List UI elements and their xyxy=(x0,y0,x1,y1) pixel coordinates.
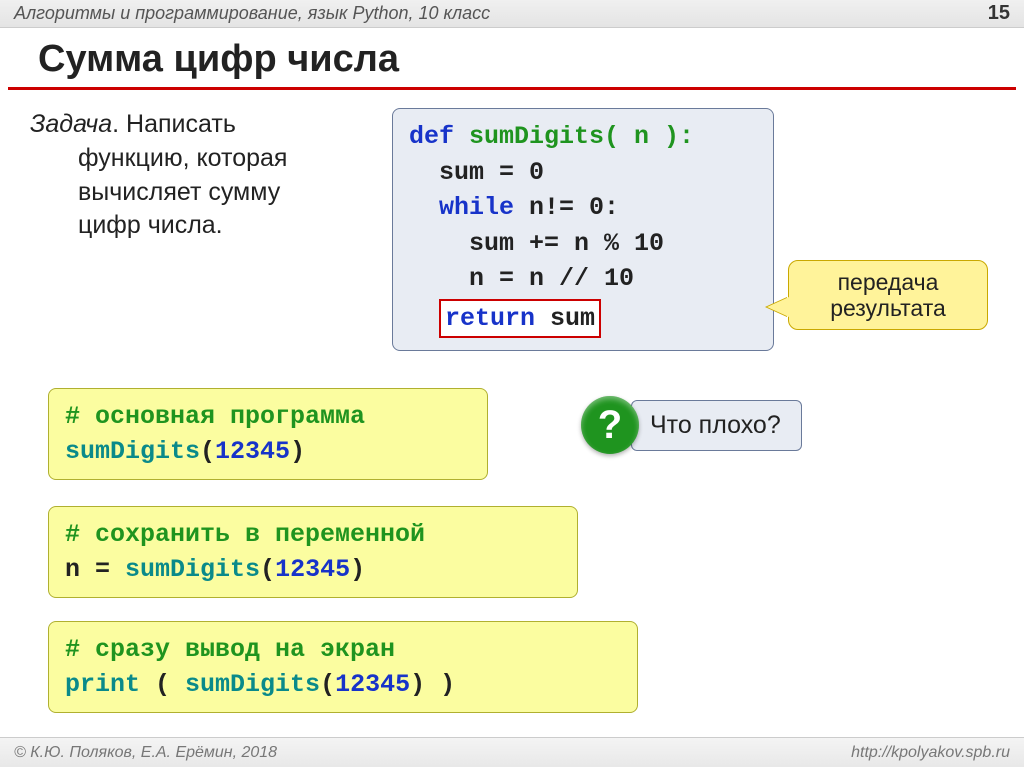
slide-footer: © К.Ю. Поляков, Е.А. Ерёмин, 2018 http:/… xyxy=(0,737,1024,767)
code-example-1: # основная программа sumDigits(12345) xyxy=(48,388,488,480)
task-text: Задача. Написать функцию, которая вычисл… xyxy=(30,108,370,243)
page-number: 15 xyxy=(988,2,1010,25)
slide-header: Алгоритмы и программирование, язык Pytho… xyxy=(0,0,1024,28)
task-label: Задача xyxy=(30,110,112,138)
code-example-3: # сразу вывод на экран print ( sumDigits… xyxy=(48,621,638,713)
footer-copyright: © К.Ю. Поляков, Е.А. Ерёмин, 2018 xyxy=(14,744,277,762)
footer-url: http://kpolyakov.spb.ru xyxy=(851,744,1010,762)
return-highlight: return sum xyxy=(439,299,601,339)
question-icon: ? xyxy=(581,396,639,454)
slide-title: Сумма цифр числа xyxy=(8,28,1016,90)
header-subject: Алгоритмы и программирование, язык Pytho… xyxy=(14,3,490,24)
question-block: ? Что плохо? xyxy=(581,396,802,454)
code-example-2: # сохранить в переменной n = sumDigits(1… xyxy=(48,506,578,598)
callout-result: передача результата xyxy=(788,260,988,330)
question-text: Что плохо? xyxy=(631,400,802,451)
code-function-def: def sumDigits( n ): sum = 0 while n!= 0:… xyxy=(392,108,774,351)
